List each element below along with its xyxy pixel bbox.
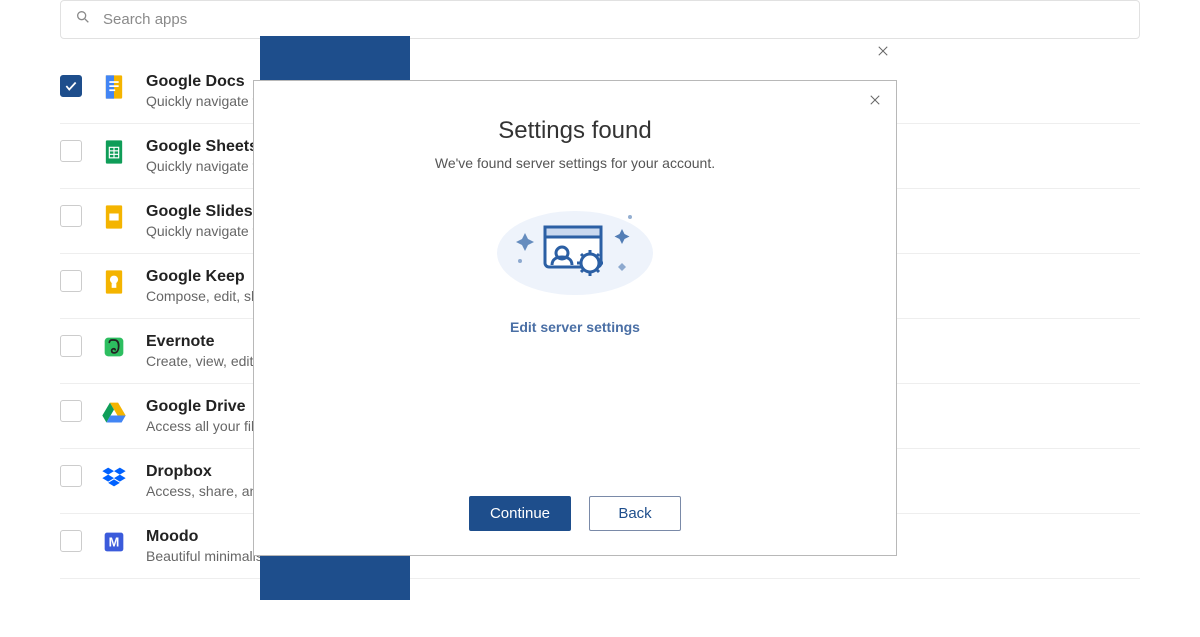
svg-text:M: M — [109, 535, 120, 550]
search-input[interactable] — [103, 11, 1125, 28]
checkbox-google-drive[interactable] — [60, 400, 82, 422]
checkbox-moodo[interactable] — [60, 530, 82, 552]
checkbox-google-keep[interactable] — [60, 270, 82, 292]
search-icon — [75, 9, 91, 30]
checkbox-google-slides[interactable] — [60, 205, 82, 227]
search-field-wrap[interactable] — [60, 0, 1140, 39]
checkbox-google-sheets[interactable] — [60, 140, 82, 162]
continue-button[interactable]: Continue — [469, 496, 571, 531]
dialog-title: Settings found — [498, 117, 651, 145]
evernote-icon — [100, 333, 128, 361]
search-bar — [60, 0, 1140, 39]
google-docs-icon — [100, 73, 128, 101]
dialog-subtitle: We've found server settings for your acc… — [435, 155, 715, 171]
dialog-button-row: Continue Back — [469, 496, 681, 531]
settings-found-dialog: Settings found We've found server settin… — [253, 80, 897, 556]
moodo-icon: M — [100, 528, 128, 556]
checkbox-evernote[interactable] — [60, 335, 82, 357]
outer-dialog-strip — [260, 36, 904, 52]
checkbox-dropbox[interactable] — [60, 465, 82, 487]
dropbox-icon — [100, 463, 128, 491]
google-drive-icon — [100, 398, 128, 426]
close-icon[interactable] — [868, 93, 882, 107]
google-keep-icon — [100, 268, 128, 296]
settings-illustration-icon — [490, 193, 660, 303]
close-icon[interactable] — [876, 44, 890, 58]
google-sheets-icon — [100, 138, 128, 166]
google-slides-icon — [100, 203, 128, 231]
checkbox-google-docs[interactable] — [60, 75, 82, 97]
back-button[interactable]: Back — [589, 496, 681, 531]
edit-server-settings-link[interactable]: Edit server settings — [510, 319, 640, 335]
